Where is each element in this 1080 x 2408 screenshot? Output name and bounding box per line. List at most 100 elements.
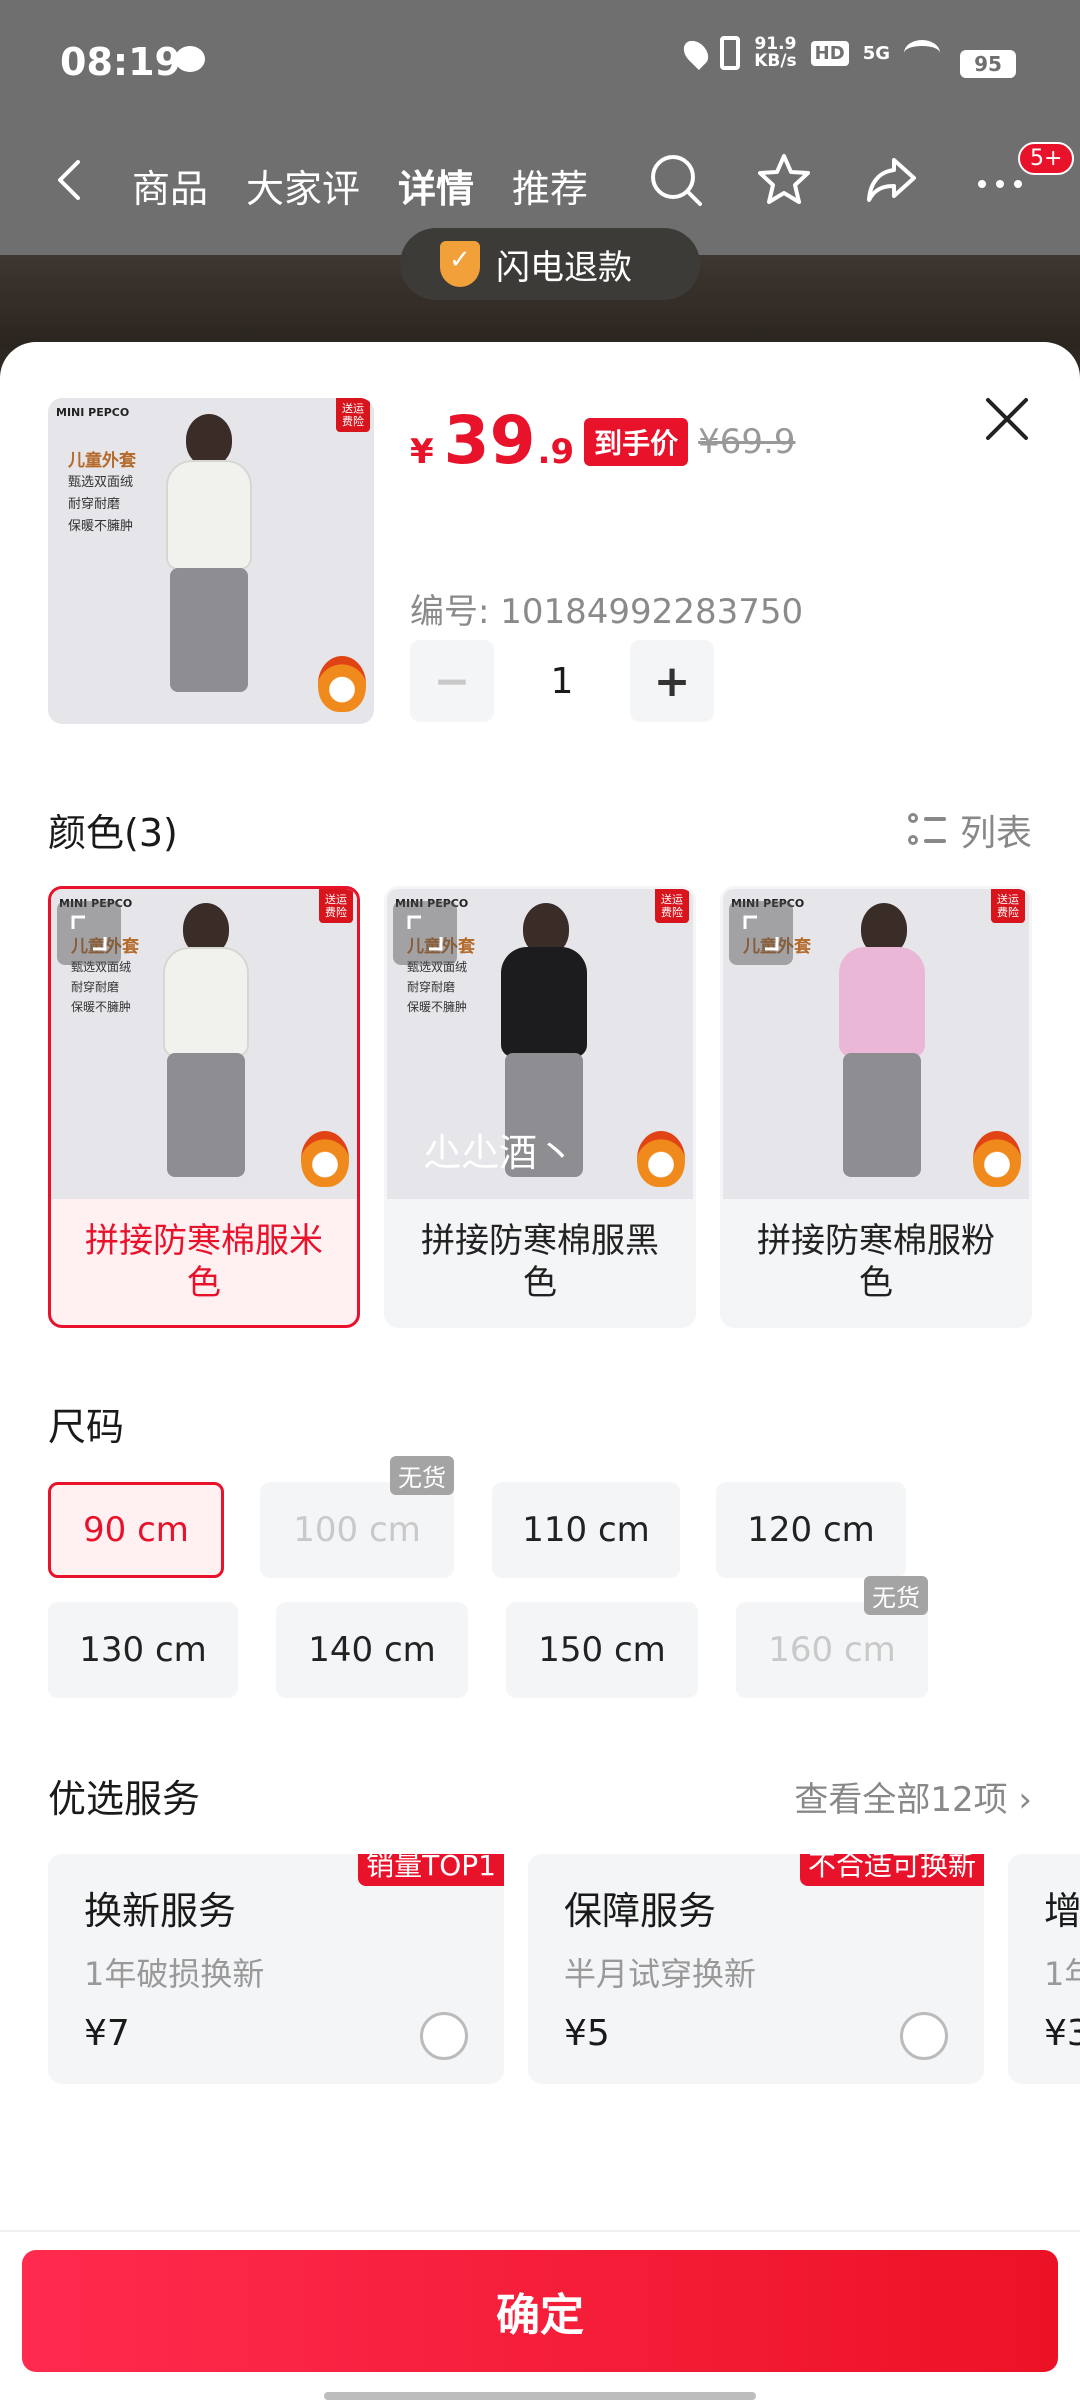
shipping-insurance-tag-line1: 送运 (661, 893, 683, 906)
warmth-flame-icon (973, 1131, 1021, 1187)
out-of-stock-badge: 无货 (864, 1576, 928, 1615)
size-section-title: 尺码 (48, 1405, 125, 1449)
size-option-label: 100 cm (293, 1510, 421, 1550)
shipping-insurance-tag-line1: 送运 (325, 893, 347, 906)
view-all-services-link[interactable]: 查看全部12项 › (794, 1772, 1032, 1821)
size-option-160[interactable]: 160 cm 无货 (736, 1576, 928, 1698)
increase-quantity-button[interactable]: + (630, 640, 714, 722)
favorite-star-icon[interactable] (756, 152, 812, 208)
size-option-110[interactable]: 110 cm (492, 1482, 680, 1578)
size-option-130[interactable]: 130 cm (48, 1602, 238, 1698)
list-view-toggle[interactable]: 列表 (907, 804, 1032, 856)
location-icon (679, 36, 714, 70)
flash-refund-label: 闪电退款 (496, 247, 632, 288)
service-radio[interactable] (900, 2012, 948, 2060)
shipping-insurance-tag: 送运 费险 (655, 889, 689, 923)
warmth-flame-icon (637, 1131, 685, 1187)
background-page: 08:19 91.9 KB/s HD 5G 95 商品 大家评 详情 推荐 5+… (0, 0, 1080, 405)
model-figure (186, 414, 232, 466)
wifi-icon (904, 40, 940, 66)
product-slogan-title: 儿童外套 (68, 451, 136, 471)
home-indicator[interactable] (324, 2392, 756, 2400)
shipping-insurance-tag: 送运 费险 (336, 398, 370, 432)
quantity-value[interactable]: 1 (494, 661, 630, 702)
model-jacket (163, 947, 249, 1057)
nav-tabs: 商品 大家评 详情 推荐 (132, 158, 588, 213)
service-option-partial[interactable]: 增 1年 ¥3 (1008, 1854, 1080, 2084)
service-name: 保障服务 (564, 1889, 717, 1933)
network-speed: 91.9 KB/s (754, 36, 796, 70)
price-integer: 39 (443, 402, 536, 479)
expand-image-icon[interactable] (393, 901, 457, 965)
service-price: ¥5 (564, 2013, 610, 2054)
top-nav: 商品 大家评 详情 推荐 5+ (0, 130, 1080, 240)
product-slogan-line: 保暖不臃肿 (71, 1000, 132, 1014)
service-radio[interactable] (420, 2012, 468, 2060)
service-options: 换新服务 1年破损换新 ¥7 销量TOP1 保障服务 半月试穿换新 ¥5 不合适… (48, 1854, 1080, 2084)
service-description: 半月试穿换新 (564, 1955, 757, 1993)
product-slogan-line: 甄选双面绒 (68, 475, 134, 490)
product-slogan-line: 耐穿耐磨 (407, 980, 456, 994)
network-type: 5G (862, 42, 890, 64)
confirm-button[interactable]: 确定 (22, 2250, 1058, 2372)
shield-check-icon (440, 241, 480, 287)
hd-icon: HD (810, 40, 849, 66)
color-option-beige[interactable]: MINI PEPCO 送运 费险 儿童外套 甄选双面绒 耐穿耐磨 保暖不臃肿 拼… (48, 886, 360, 1328)
shipping-insurance-tag-line2: 费险 (997, 906, 1019, 919)
size-option-140[interactable]: 140 cm (276, 1602, 468, 1698)
list-icon (907, 811, 946, 849)
color-option-pink[interactable]: MINI PEPCO 送运 费险 儿童外套 拼接防寒棉服粉色 (720, 886, 1032, 1328)
brand-logo: MINI PEPCO (56, 406, 130, 419)
close-icon[interactable] (982, 394, 1032, 444)
price-decimal: .9 (537, 432, 575, 472)
color-option-black[interactable]: MINI PEPCO 送运 费险 儿童外套 甄选双面绒 耐穿耐磨 保暖不臃肿 尐… (384, 886, 696, 1328)
service-name: 增 (1044, 1889, 1080, 1933)
product-slogan-line: 保暖不臃肿 (68, 519, 134, 534)
service-badge: 不合适可换新 (799, 1854, 984, 1886)
size-option-90[interactable]: 90 cm (48, 1482, 224, 1578)
product-thumbnail[interactable]: MINI PEPCO 送运 费险 儿童外套 甄选双面绒 耐穿耐磨 保暖不臃肿 (48, 398, 374, 724)
share-icon[interactable] (864, 152, 920, 208)
model-jacket (166, 460, 252, 570)
tab-goods[interactable]: 商品 (132, 158, 208, 213)
back-icon[interactable] (50, 160, 90, 200)
size-option-label: 160 cm (768, 1630, 896, 1670)
tab-recommend[interactable]: 推荐 (512, 158, 588, 213)
decrease-quantity-button[interactable]: − (410, 640, 494, 722)
model-pants (167, 1053, 245, 1177)
tab-reviews[interactable]: 大家评 (246, 158, 360, 213)
size-option-150[interactable]: 150 cm (506, 1602, 698, 1698)
status-time: 08:19 (60, 40, 181, 84)
service-price: ¥7 (84, 2013, 130, 2054)
vibrate-icon (720, 36, 741, 70)
sheet-footer: 确定 (0, 2230, 1080, 2408)
product-slogan-line: 耐穿耐磨 (68, 497, 121, 512)
size-option-100[interactable]: 100 cm 无货 (260, 1456, 454, 1578)
model-jacket (839, 947, 925, 1057)
size-option-120[interactable]: 120 cm (716, 1482, 906, 1578)
model-jacket (501, 947, 587, 1057)
shipping-insurance-tag-line1: 送运 (997, 893, 1019, 906)
expand-image-icon[interactable] (729, 901, 793, 965)
quantity-stepper: − 1 + (410, 640, 714, 722)
expand-image-icon[interactable] (57, 901, 121, 965)
tab-details[interactable]: 详情 (398, 158, 474, 213)
search-icon[interactable] (648, 152, 704, 208)
model-pants (843, 1053, 921, 1177)
shipping-insurance-tag-line2: 费险 (325, 906, 347, 919)
list-view-label: 列表 (959, 813, 1032, 854)
color-option-label: 拼接防寒棉服黑色 (421, 1221, 659, 1303)
price-currency: ¥ (410, 432, 434, 472)
color-option-label: 拼接防寒棉服粉色 (757, 1221, 995, 1303)
product-slogan-line: 保暖不臃肿 (407, 1000, 468, 1014)
price-row: ¥ 39 .9 到手价 ¥69.9 (410, 402, 795, 479)
more-badge: 5+ (1018, 142, 1075, 175)
color-section-title: 颜色(3) (48, 811, 178, 855)
service-option-replacement[interactable]: 换新服务 1年破损换新 ¥7 销量TOP1 (48, 1854, 504, 2084)
final-price-tag: 到手价 (584, 418, 689, 466)
service-description: 1年 (1044, 1955, 1080, 1993)
service-option-protection[interactable]: 保障服务 半月试穿换新 ¥5 不合适可换新 (528, 1854, 984, 2084)
color-options: MINI PEPCO 送运 费险 儿童外套 甄选双面绒 耐穿耐磨 保暖不臃肿 拼… (48, 886, 1032, 1328)
shipping-insurance-tag-line1: 送运 (342, 402, 364, 415)
color-option-image: MINI PEPCO 送运 费险 儿童外套 甄选双面绒 耐穿耐磨 保暖不臃肿 (387, 889, 693, 1199)
